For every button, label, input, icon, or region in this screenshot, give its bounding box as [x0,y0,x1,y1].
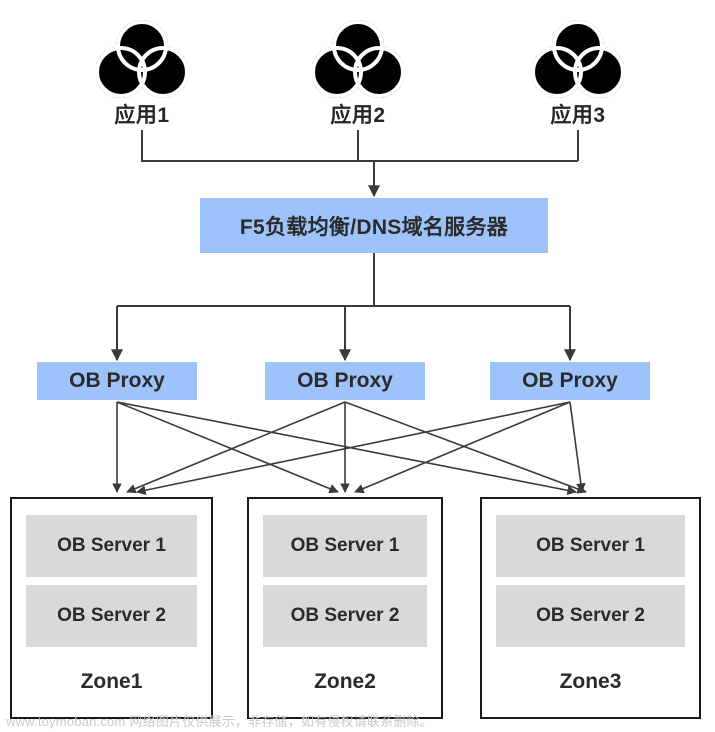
ob-proxy-label: OB Proxy [297,369,393,392]
ob-server-label: OB Server 1 [290,535,400,556]
application-node-1[interactable]: 应用1 [72,18,212,127]
application-node-2[interactable]: 应用2 [288,18,428,127]
ob-proxy-label: OB Proxy [69,369,165,392]
ob-server-label: OB Server 1 [536,535,645,556]
zone-container-1[interactable]: OB Server 1 OB Server 2 Zone1 [10,497,213,719]
load-balancer-node[interactable]: F5负载均衡/DNS域名服务器 [200,198,548,253]
ob-server-box[interactable]: OB Server 2 [496,585,685,647]
application-node-3[interactable]: 应用3 [508,18,648,127]
proxy3-to-zone1 [136,401,571,495]
ob-server-box[interactable]: OB Server 2 [26,585,197,647]
ob-proxy-label: OB Proxy [522,369,618,392]
ob-server-label: OB Server 1 [57,535,166,556]
ob-proxy-node-3[interactable]: OB Proxy [490,362,650,400]
ob-server-label: OB Server 2 [57,605,166,626]
application-label: 应用3 [550,104,606,127]
ob-server-label: OB Server 2 [290,605,400,626]
ob-server-box[interactable]: OB Server 1 [496,515,685,577]
ob-server-box[interactable]: OB Server 1 [26,515,197,577]
zone-container-2[interactable]: OB Server 1 OB Server 2 Zone2 [247,497,443,719]
ob-server-box[interactable]: OB Server 1 [263,515,427,577]
application-label: 应用2 [330,104,386,127]
watermark-text: www.toymoban.com 网络图片仅供展示，非存储，如有侵权请联系删除。 [6,714,433,729]
diagram-canvas: 应用1 应用2 应用3 F5负载均衡/DNS域名服务器 OB Proxy OB … [0,0,715,732]
ob-proxy-node-1[interactable]: OB Proxy [37,362,197,400]
app1-to-bus [141,130,578,162]
proxy2-to-zone1 [126,401,346,494]
load-balancer-label: F5负载均衡/DNS域名服务器 [239,215,509,239]
ob-proxy-node-2[interactable]: OB Proxy [265,362,425,400]
proxy3-to-zone3 [569,401,586,493]
zone-label: Zone2 [314,670,376,693]
proxy1-to-zone2 [116,401,339,494]
proxy1-to-zone3 [116,401,577,496]
zone-label: Zone3 [559,670,622,693]
venn-three-circles-icon [312,20,404,98]
venn-three-circles-icon [96,20,188,98]
ob-server-box[interactable]: OB Server 2 [263,585,427,647]
application-label: 应用1 [114,104,170,127]
zone-container-3[interactable]: OB Server 1 OB Server 2 Zone3 [480,497,701,719]
zone-label: Zone1 [80,670,143,693]
proxy3-to-zone2 [354,401,571,494]
venn-three-circles-icon [532,20,624,98]
proxy2-to-zone3 [344,401,587,494]
ob-server-label: OB Server 2 [536,605,645,626]
